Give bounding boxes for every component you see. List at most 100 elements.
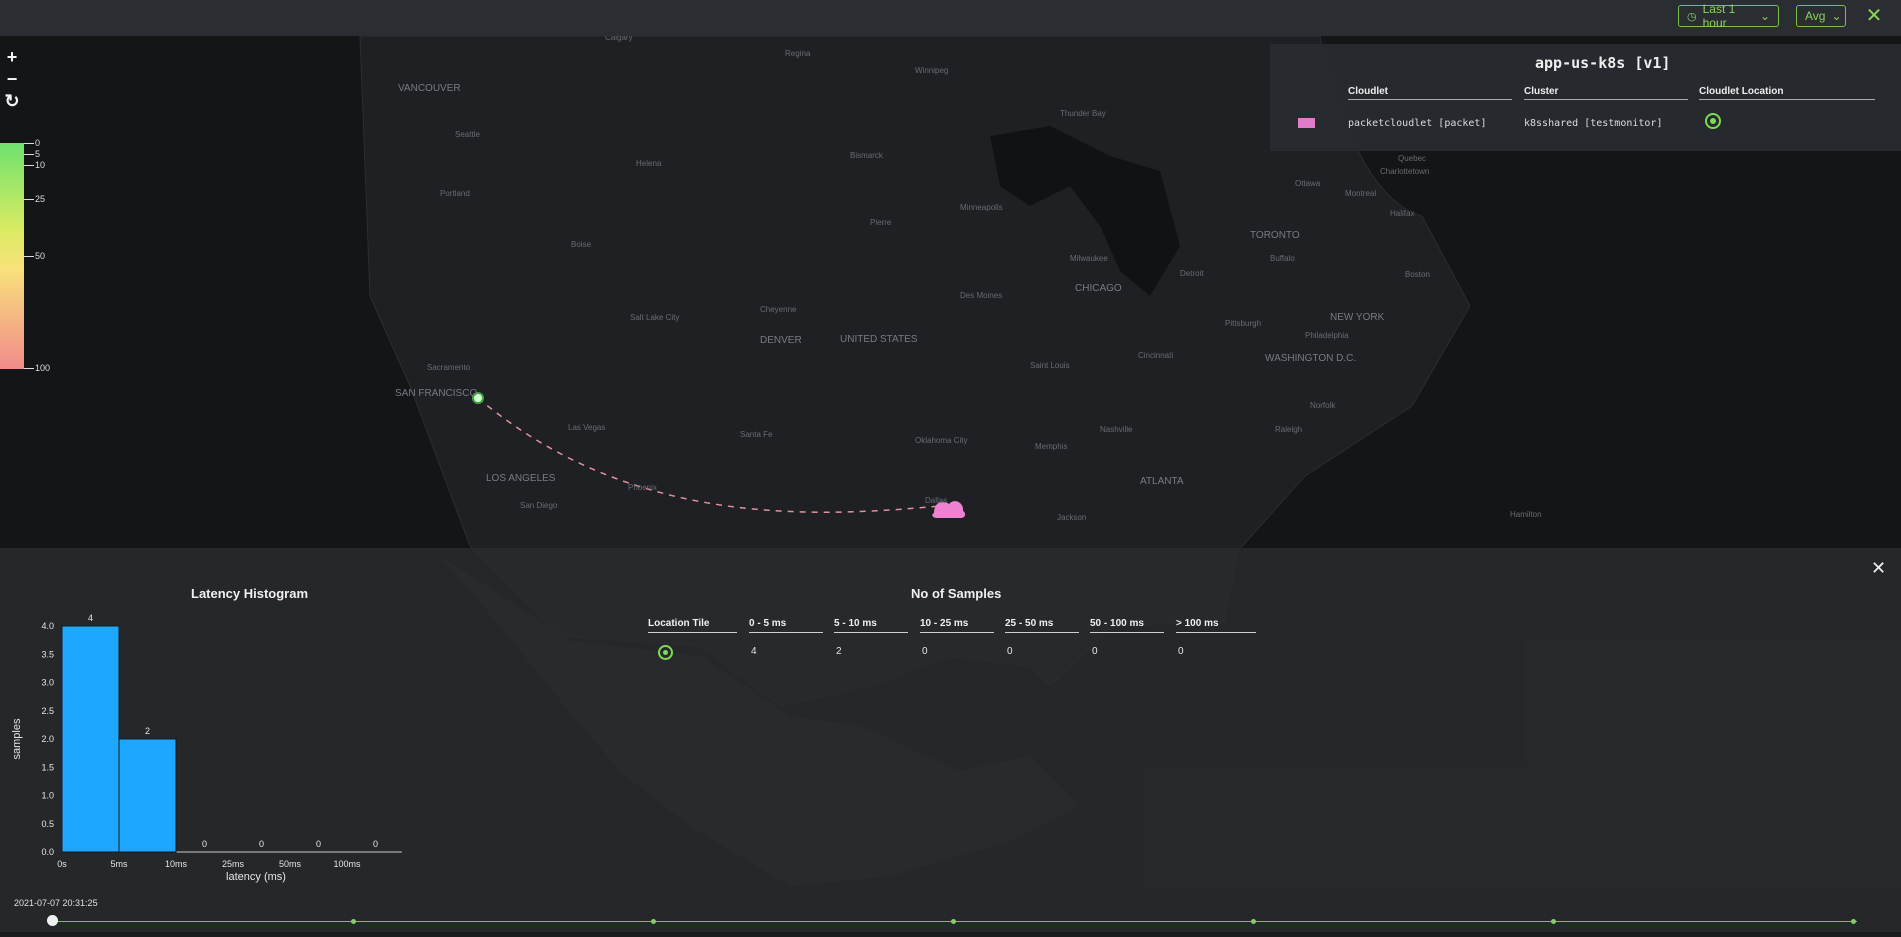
histogram-bar-label: 0 [259, 839, 264, 849]
timeline-step-dot[interactable] [351, 919, 356, 924]
histogram-x-tick-label: 5ms [110, 859, 128, 869]
timeline-step-dot[interactable] [1851, 919, 1856, 924]
map-place-label: Las Vegas [568, 423, 605, 432]
map-place-label: Boston [1405, 270, 1430, 279]
histogram-y-tick-label: 2.0 [41, 734, 54, 744]
map-place-label: Phoenix [628, 483, 657, 492]
table-location-target-icon[interactable] [658, 645, 673, 660]
timeline-step-dot[interactable] [651, 919, 656, 924]
timeline-step-dot[interactable] [1251, 919, 1256, 924]
legend-tick-10 [24, 165, 34, 166]
legend-label-50: 50 [35, 251, 46, 261]
timeline-timestamp: 2021-07-07 20:31:25 [14, 898, 98, 908]
clock-icon: ◷ [1687, 10, 1697, 23]
chevron-down-icon: ⌄ [1759, 9, 1770, 23]
location-column-header: Cloudlet Location [1699, 86, 1875, 100]
histogram-x-tick-label: 10ms [165, 859, 188, 869]
map-place-label: Helena [636, 159, 662, 168]
map-place-label: TORONTO [1250, 230, 1300, 241]
histogram-x-axis-label: latency (ms) [226, 871, 286, 883]
legend-tick-5 [24, 154, 34, 155]
histogram-y-tick-label: 1.5 [41, 762, 54, 772]
aggregation-label: Avg [1805, 9, 1826, 23]
reset-view-button[interactable]: ↻ [0, 90, 24, 112]
cloudlet-column-header: Cloudlet [1348, 86, 1512, 100]
histogram-y-tick-label: 0.0 [41, 847, 54, 857]
map-place-label: Bismarck [850, 151, 884, 160]
histogram-bar-label: 2 [145, 726, 150, 736]
map-place-label: Boise [571, 240, 592, 249]
map-place-label: Portland [440, 189, 470, 198]
map-place-label: San Diego [520, 501, 558, 510]
histogram-x-tick-label: 0s [57, 859, 67, 869]
map-place-label: Santa Fe [740, 430, 773, 439]
samples-value-over-100: 0 [1178, 646, 1184, 657]
aggregation-button[interactable]: Avg ⌄ [1796, 5, 1846, 27]
legend-label-0: 0 [35, 138, 41, 148]
map-place-label: VANCOUVER [398, 83, 461, 94]
map-place-label: Milwaukee [1070, 254, 1108, 263]
samples-value-0-5: 4 [751, 646, 757, 657]
map-place-label: Regina [785, 49, 811, 58]
samples-table-header-location: Location Tile [648, 618, 737, 633]
samples-value-25-50: 0 [1007, 646, 1013, 657]
histogram-x-tick-label: 50ms [279, 859, 302, 869]
latency-legend-bar [0, 143, 24, 369]
histogram-title: Latency Histogram [191, 586, 309, 601]
zoom-out-button[interactable]: − [0, 68, 24, 90]
chevron-down-icon: ⌄ [1831, 9, 1842, 23]
timeline-step-dot[interactable] [1551, 919, 1556, 924]
samples-value-50-100: 0 [1092, 646, 1098, 657]
samples-table-header-25-50: 25 - 50 ms [1005, 618, 1079, 633]
samples-table-header-10-25: 10 - 25 ms [920, 618, 994, 633]
legend-label-5: 5 [35, 149, 41, 159]
map-place-label: NEW YORK [1330, 312, 1385, 323]
map-place-label: Quebec [1398, 154, 1426, 163]
map-place-label: Seattle [455, 130, 480, 139]
map-place-label: Charlottetown [1380, 167, 1429, 176]
bottom-panel-close-icon[interactable]: ✕ [1871, 558, 1886, 579]
close-icon[interactable]: ✕ [1863, 5, 1885, 27]
map-place-label: Calgary [605, 36, 633, 42]
map-place-label: Des Moines [960, 291, 1002, 300]
samples-table-header-over-100: > 100 ms [1176, 618, 1256, 633]
map-place-label: DENVER [760, 335, 802, 346]
histogram-y-tick-label: 2.5 [41, 706, 54, 716]
cloudlet-swatch [1298, 118, 1315, 128]
map-place-label: Detroit [1180, 269, 1204, 278]
samples-table-header-0-5: 0 - 5 ms [749, 618, 823, 633]
histogram-y-tick-label: 3.5 [41, 649, 54, 659]
map-place-label: Oklahoma City [915, 436, 967, 445]
legend-tick-100 [24, 368, 34, 369]
cloudlet-name: packetcloudlet [packet] [1348, 118, 1487, 129]
legend-label-10: 10 [35, 160, 46, 170]
legend-tick-0 [24, 143, 34, 144]
samples-table-header-50-100: 50 - 100 ms [1090, 618, 1164, 633]
map-place-label: Saint Louis [1030, 361, 1070, 370]
map-place-label: Dallas [925, 496, 947, 505]
histogram-y-tick-label: 0.5 [41, 819, 54, 829]
histogram-y-axis-label: samples [11, 718, 23, 759]
map-place-label: Pierre [870, 218, 892, 227]
map-place-label: Winnipeg [915, 66, 948, 75]
map-place-label: LOS ANGELES [486, 473, 556, 484]
map-place-label: Nashville [1100, 425, 1133, 434]
histogram-x-tick-label: 25ms [222, 859, 245, 869]
zoom-in-button[interactable]: + [0, 46, 24, 68]
location-target-icon[interactable] [1705, 113, 1721, 129]
app-title: app-us-k8s [v1] [1535, 54, 1671, 72]
map-place-label: Montreal [1345, 189, 1376, 198]
timeline-step-dot[interactable] [951, 919, 956, 924]
map-place-label: Cheyenne [760, 305, 797, 314]
table-location-target-dot [663, 650, 668, 655]
map-zoom-controls: + − ↻ [0, 46, 24, 112]
location-target-dot [1710, 118, 1716, 124]
timeline-thumb[interactable] [47, 915, 58, 926]
samples-title: No of Samples [911, 586, 1002, 601]
histogram-bar [61, 625, 120, 853]
map-place-label: UNITED STATES [840, 334, 918, 345]
map-place-label: Salt Lake City [630, 313, 679, 322]
map-place-label: Halifax [1390, 209, 1414, 218]
time-range-button[interactable]: ◷ Last 1 hour ⌄ [1678, 2, 1779, 30]
histogram-bar-label: 0 [373, 839, 378, 849]
